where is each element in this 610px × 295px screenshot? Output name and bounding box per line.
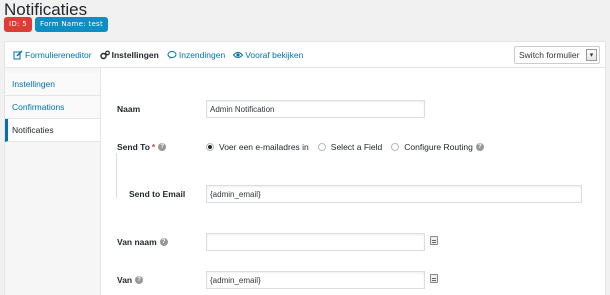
gears-icon: [99, 50, 110, 60]
send-to-email-indent: [116, 153, 117, 198]
naam-label-text: Naam: [117, 104, 141, 114]
sidebar-item-settings[interactable]: Instellingen: [5, 73, 100, 96]
toolbar-preview[interactable]: Vooraf bekijken: [233, 50, 303, 60]
help-icon[interactable]: ?: [475, 143, 484, 151]
form-toolbar: Formuliereneditor Instellingen Inzending…: [4, 41, 606, 67]
switch-form-select[interactable]: Switch formulier ▾: [514, 46, 600, 64]
settings-panel: Instellingen Confirmations Notificaties …: [4, 67, 606, 295]
merge-tag-icon[interactable]: [430, 274, 438, 283]
chevron-down-icon: ▾: [586, 49, 597, 61]
eye-icon: [233, 50, 244, 60]
merge-tag-icon[interactable]: [430, 236, 438, 245]
form-id-badge: ID: 5: [4, 17, 32, 32]
help-icon[interactable]: ?: [159, 238, 168, 246]
van-naam-label-text: Van naam: [117, 237, 157, 247]
van-input[interactable]: {admin_email}: [206, 271, 425, 289]
naam-input[interactable]: Admin Notification: [206, 100, 425, 118]
help-icon[interactable]: ?: [158, 143, 167, 151]
radio-select-field[interactable]: Select a Field: [317, 142, 383, 152]
van-naam-label: Van naam ?: [117, 235, 168, 249]
radio-enter-email-indicator[interactable]: [206, 143, 214, 151]
toolbar-entries[interactable]: Inzendingen: [167, 50, 225, 60]
radio-configure-routing[interactable]: Configure Routing ?: [391, 142, 484, 152]
radio-configure-routing-label: Configure Routing: [404, 142, 473, 152]
badge-group: ID: 5 Form Name: test: [4, 17, 109, 32]
toolbar-form-editor[interactable]: Formuliereneditor: [13, 50, 92, 60]
toolbar-entries-label: Inzendingen: [178, 49, 226, 60]
form-name-badge: Form Name: test: [35, 17, 109, 32]
send-to-label-text: Send To: [117, 142, 150, 152]
send-to-email-input[interactable]: {admin_email}: [206, 185, 582, 203]
radio-enter-email-label: Voer een e-mailadres in: [219, 142, 309, 152]
switch-form-label: Switch formulier: [519, 50, 580, 60]
toolbar-preview-label: Vooraf bekijken: [245, 49, 304, 60]
sidebar-item-confirmations[interactable]: Confirmations: [5, 96, 100, 119]
help-icon[interactable]: ?: [135, 276, 144, 284]
send-to-label: Send To * ?: [117, 140, 167, 154]
radio-enter-email[interactable]: Voer een e-mailadres in: [206, 142, 309, 152]
comment-icon: [167, 50, 177, 60]
settings-sidebar: Instellingen Confirmations Notificaties: [5, 73, 100, 142]
toolbar-form-editor-label: Formuliereneditor: [25, 49, 92, 60]
required-marker: *: [151, 142, 156, 152]
send-to-email-label: Send to Email: [129, 187, 185, 201]
radio-configure-routing-indicator[interactable]: [391, 143, 400, 151]
van-naam-input[interactable]: [206, 233, 425, 251]
naam-label: Naam: [117, 102, 140, 116]
radio-select-field-indicator[interactable]: [317, 143, 326, 151]
sidebar-item-notifications[interactable]: Notificaties: [5, 119, 100, 142]
toolbar-settings-label: Instellingen: [111, 49, 159, 60]
van-label: Van ?: [117, 273, 144, 287]
send-to-email-label-text: Send to Email: [129, 189, 186, 199]
radio-select-field-label: Select a Field: [330, 142, 383, 152]
edit-icon: [13, 49, 23, 60]
van-label-text: Van: [117, 275, 133, 285]
toolbar-settings[interactable]: Instellingen: [99, 49, 159, 60]
notification-form: Naam Admin Notification Send To * ? Voer…: [101, 68, 605, 295]
send-to-radio-group: Voer een e-mailadres in Select a Field C…: [206, 140, 493, 154]
